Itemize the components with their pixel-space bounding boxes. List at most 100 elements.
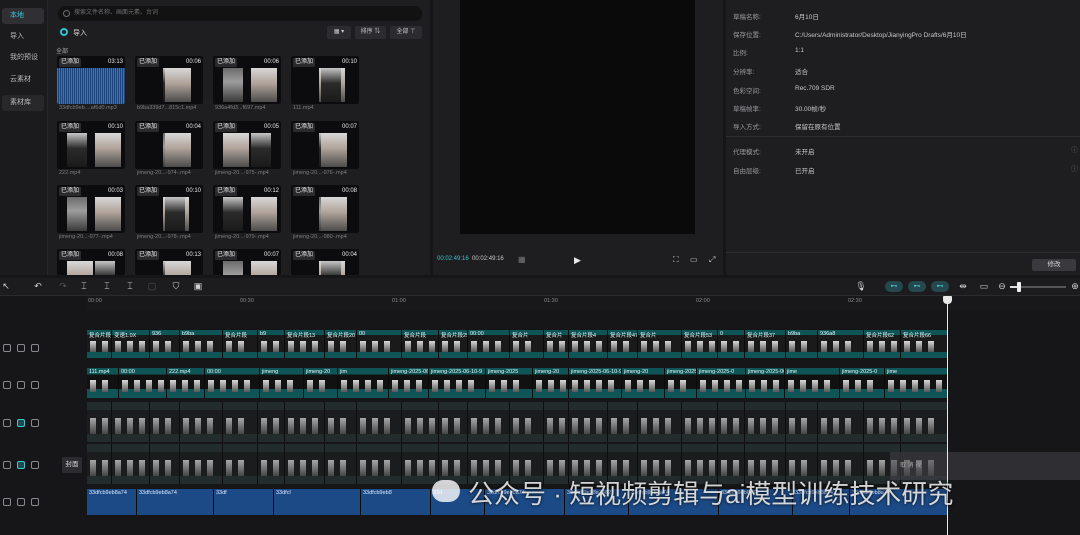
media-item[interactable]: 已添加 00:10 — [57, 121, 125, 169]
timeline-clip[interactable]: 复合片 — [544, 330, 569, 358]
timeline-clip[interactable] — [682, 402, 718, 442]
media-item[interactable]: 已添加 00:06 — [213, 56, 281, 104]
timeline-clip[interactable] — [786, 402, 818, 442]
timeline-clip[interactable]: b9ba — [180, 330, 223, 358]
sidebar-item-material-library[interactable]: 素材库 — [2, 95, 44, 111]
timeline-clip[interactable] — [718, 402, 745, 442]
timeline-clip[interactable] — [864, 402, 901, 442]
timeline-clip[interactable] — [223, 402, 258, 442]
split-right-icon[interactable]: ⌶ — [124, 280, 136, 292]
filter-button[interactable]: 全部 ⊤ — [390, 26, 422, 39]
zoom-slider-handle[interactable] — [1017, 282, 1021, 292]
fit-icon[interactable]: ⛶ — [673, 255, 679, 265]
timeline-clip[interactable]: 变速1.0X — [112, 330, 150, 358]
media-item[interactable]: 已添加 03:13 — [57, 56, 125, 104]
timeline-clip[interactable]: b9 — [258, 330, 285, 358]
audio-icon[interactable] — [31, 419, 39, 427]
timeline-clip[interactable] — [150, 402, 180, 442]
timeline-clip[interactable]: 222.mp4 — [167, 368, 205, 398]
timeline-clip[interactable] — [112, 444, 150, 484]
timecode-grid-icon[interactable]: ▦ — [518, 255, 526, 264]
timeline-clip[interactable]: b9ba — [786, 330, 818, 358]
timeline-clip[interactable]: 00:00 — [119, 368, 167, 398]
link-main-track-toggle[interactable]: ⊷ — [885, 281, 903, 292]
timeline-clip[interactable]: 复合片段66 — [901, 330, 948, 358]
timeline-clip[interactable] — [901, 402, 948, 442]
timeline-clip[interactable]: jime — [785, 368, 840, 398]
timeline-clip[interactable] — [357, 402, 402, 442]
split-left-icon[interactable]: ⌶ — [101, 280, 113, 292]
timeline-clip[interactable]: 复合片段 — [223, 330, 258, 358]
timeline-clip[interactable]: 复合片 — [638, 330, 682, 358]
lock-icon[interactable] — [3, 419, 11, 427]
timeline-clip[interactable] — [180, 402, 223, 442]
timeline-clip[interactable]: 复合片段62 — [864, 330, 901, 358]
timeline-clip[interactable] — [818, 402, 864, 442]
timeline-clip[interactable] — [638, 402, 682, 442]
sidebar-item-presets[interactable]: 我的预设 — [2, 50, 44, 66]
media-item[interactable]: 已添加 00:07 — [213, 249, 281, 275]
timeline-clip[interactable] — [87, 444, 112, 484]
timeline-clip[interactable]: jimeng-2025-06 — [746, 368, 785, 398]
sidebar-item-import[interactable]: 导入 — [2, 29, 44, 45]
zoom-in-icon[interactable]: ⊕ — [1069, 280, 1080, 292]
timeline-clip[interactable]: jimeng-2025 — [665, 368, 697, 398]
timeline-clip[interactable] — [285, 402, 325, 442]
timeline-clip[interactable]: jimeng-2025-06-10-9 — [429, 368, 486, 398]
timeline-clip[interactable] — [258, 444, 285, 484]
timeline-clip[interactable]: jime — [885, 368, 948, 398]
timeline-clip[interactable] — [745, 402, 786, 442]
media-item[interactable]: 已添加 00:10 — [291, 56, 359, 104]
timeline-clip[interactable] — [439, 444, 468, 484]
timeline-clip[interactable]: jimeng-2025 — [486, 368, 533, 398]
timeline-clip[interactable]: 33dfcb9eb8 — [361, 489, 431, 515]
timeline-clip[interactable]: 00:00 — [468, 330, 510, 358]
modify-button[interactable]: 修改 — [1032, 259, 1076, 271]
cover-button[interactable]: 封面 — [62, 457, 82, 473]
timeline-clip[interactable]: jimeng-2025-0 — [840, 368, 885, 398]
link-toggle[interactable]: ⊷ — [931, 281, 949, 292]
timeline-clip[interactable]: jimeng-20 — [622, 368, 665, 398]
timeline-clip[interactable] — [87, 402, 112, 442]
playhead-handle[interactable] — [943, 296, 952, 304]
timeline-clip[interactable]: 33dfcb9eb8a74 — [137, 489, 214, 515]
timeline-clip[interactable]: 936a8 — [818, 330, 864, 358]
zoom-out-icon[interactable]: ⊖ — [996, 280, 1008, 292]
timeline-ruler[interactable]: 00:00 00:30 01:00 01:30 02:00 02:30 — [86, 296, 1080, 310]
eye-icon[interactable] — [17, 461, 25, 469]
timeline-clip[interactable]: 复合片段 — [402, 330, 439, 358]
crop-icon[interactable]: ▣ — [192, 280, 204, 292]
timeline-clip[interactable] — [180, 444, 223, 484]
select-tool-icon[interactable]: ↖ — [0, 280, 12, 292]
audio-icon[interactable] — [31, 461, 39, 469]
timeline-clip[interactable]: 111.mp4 — [87, 368, 119, 398]
timeline-clip[interactable]: 33df — [214, 489, 274, 515]
delete-icon[interactable]: ▢ — [146, 280, 158, 292]
eye-icon[interactable] — [17, 419, 25, 427]
media-item[interactable]: 已添加 00:05 — [213, 121, 281, 169]
media-item[interactable]: 已添加 00:06 — [135, 56, 203, 104]
media-item[interactable]: 已添加 00:12 — [213, 185, 281, 233]
timeline-clip[interactable]: 复合片段37 — [745, 330, 786, 358]
timeline-clip[interactable] — [112, 402, 150, 442]
audio-icon[interactable] — [3, 498, 11, 506]
timeline-clip[interactable] — [439, 402, 468, 442]
eye-icon[interactable] — [17, 381, 25, 389]
fullscreen-icon[interactable]: ⤢ — [709, 255, 715, 265]
microphone-icon[interactable]: 🎙 — [855, 280, 867, 292]
timeline-clip[interactable]: jimeng-20 — [304, 368, 338, 398]
timeline-clip[interactable]: 复合片段53 — [682, 330, 718, 358]
timeline-clip[interactable] — [285, 444, 325, 484]
redo-icon[interactable]: ↷ — [57, 280, 69, 292]
timeline-clip[interactable] — [150, 444, 180, 484]
eye-icon[interactable] — [17, 344, 25, 352]
magnet-toggle[interactable]: ⊷ — [908, 281, 926, 292]
media-item[interactable]: 已添加 00:04 — [135, 121, 203, 169]
timeline-clip[interactable]: 33dfcl — [274, 489, 361, 515]
timeline-clip[interactable]: 0 — [718, 330, 745, 358]
sort-button[interactable]: 排序 ⇅ — [355, 26, 386, 39]
lock-icon[interactable] — [3, 344, 11, 352]
ratio-icon[interactable]: ▭ — [690, 255, 698, 264]
timeline-clip[interactable]: 复合片段20 — [325, 330, 357, 358]
timeline-clip[interactable] — [544, 402, 569, 442]
